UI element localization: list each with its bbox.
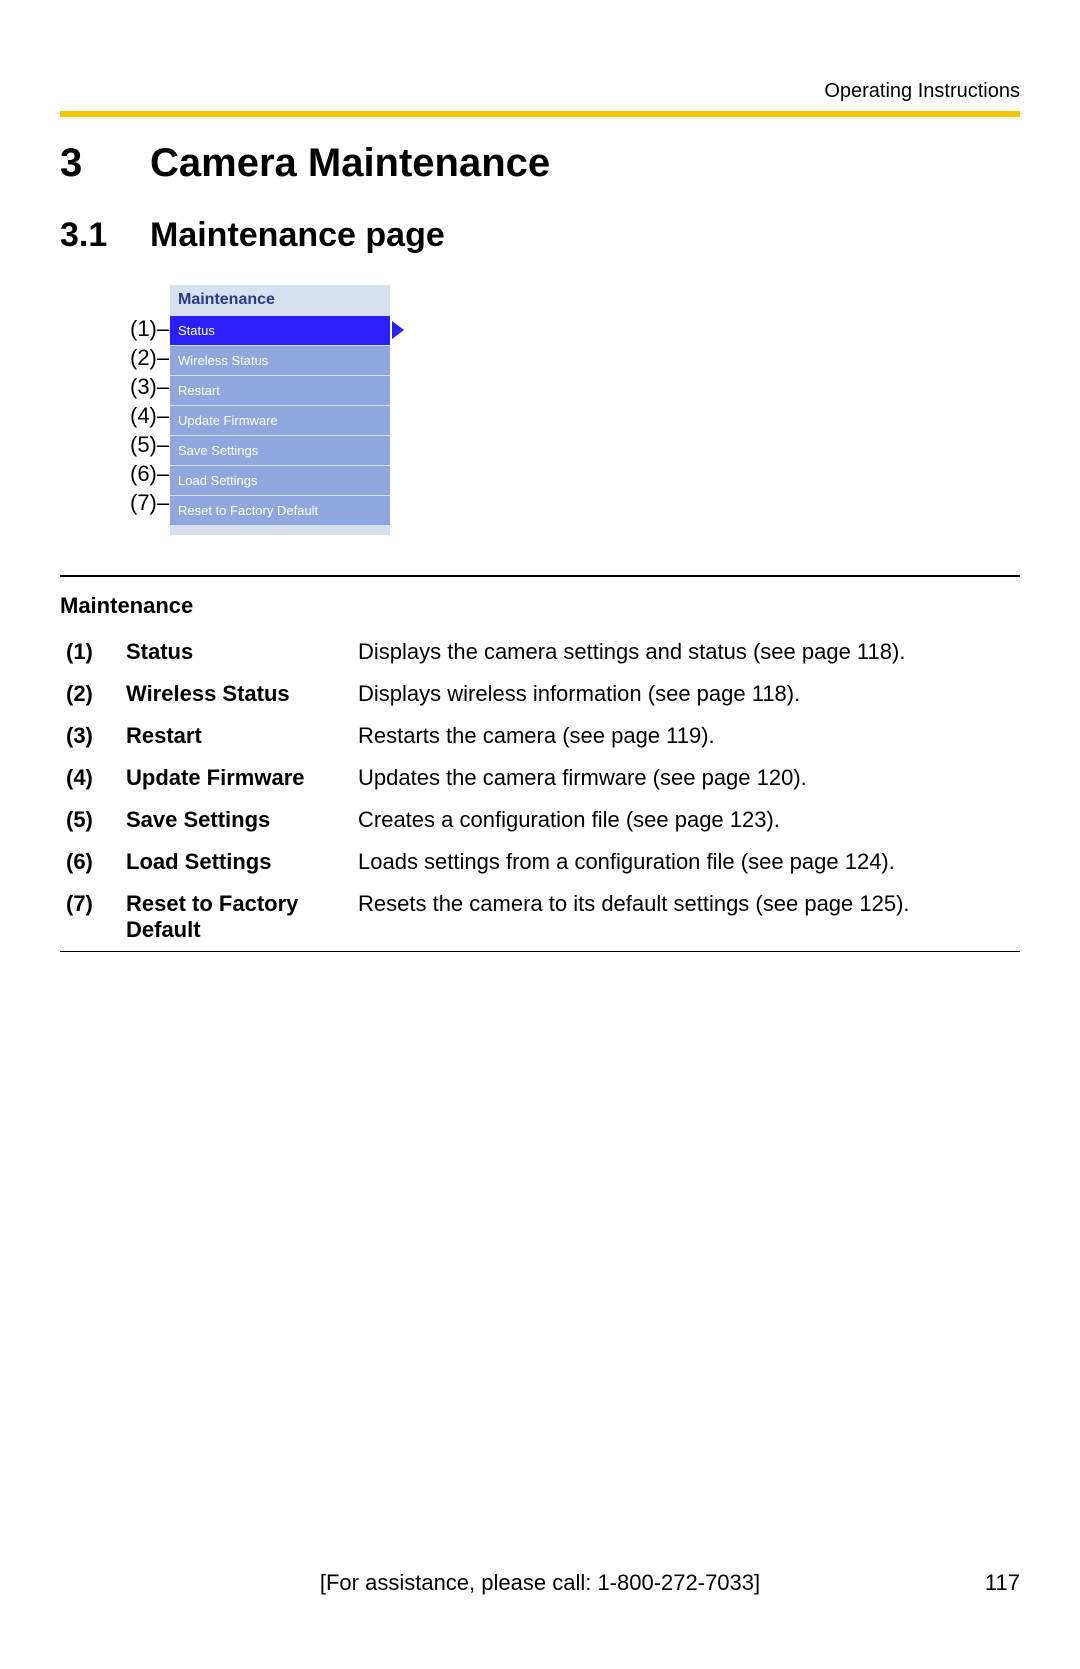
assistance-text: [For assistance, please call: 1-800-272-…	[140, 1570, 940, 1596]
table-bottom-rule	[60, 951, 1020, 953]
desc-number: (1)	[60, 631, 120, 673]
description-table: (1)StatusDisplays the camera settings an…	[60, 631, 1020, 951]
arrow-right-icon	[392, 321, 404, 339]
callout-label: (1)–	[130, 314, 170, 343]
desc-number: (4)	[60, 757, 120, 799]
desc-name: Wireless Status	[120, 673, 352, 715]
desc-section-title: Maintenance	[60, 593, 1020, 619]
desc-number: (6)	[60, 841, 120, 883]
header-label: Operating Instructions	[60, 80, 1020, 103]
section-title: Maintenance page	[150, 216, 445, 254]
table-row: (7)Reset to Factory DefaultResets the ca…	[60, 883, 1020, 951]
section-number: 3.1	[60, 216, 150, 255]
desc-text: Displays wireless information (see page …	[352, 673, 1020, 715]
desc-name: Update Firmware	[120, 757, 352, 799]
callout-label: (4)–	[130, 401, 170, 430]
table-row: (2)Wireless StatusDisplays wireless info…	[60, 673, 1020, 715]
table-row: (6)Load SettingsLoads settings from a co…	[60, 841, 1020, 883]
desc-number: (7)	[60, 883, 120, 951]
menu-screenshot: (1)–(2)–(3)–(4)–(5)–(6)–(7)– Maintenance…	[130, 285, 1020, 535]
desc-text: Updates the camera firmware (see page 12…	[352, 757, 1020, 799]
callout-label: (3)–	[130, 372, 170, 401]
table-row: (3)RestartRestarts the camera (see page …	[60, 715, 1020, 757]
page-number: 117	[940, 1570, 1020, 1596]
desc-name: Load Settings	[120, 841, 352, 883]
desc-name: Reset to Factory Default	[120, 883, 352, 951]
desc-name: Restart	[120, 715, 352, 757]
menu-item[interactable]: Reset to Factory Default	[170, 495, 390, 525]
desc-text: Loads settings from a configuration file…	[352, 841, 1020, 883]
menu-item[interactable]: Update Firmware	[170, 405, 390, 435]
desc-name: Save Settings	[120, 799, 352, 841]
menu-item[interactable]: Restart	[170, 375, 390, 405]
accent-rule	[60, 111, 1020, 117]
menu-panel-title: Maintenance	[170, 285, 390, 315]
menu-item[interactable]: Save Settings	[170, 435, 390, 465]
menu-item[interactable]: Status	[170, 315, 390, 345]
desc-text: Resets the camera to its default setting…	[352, 883, 1020, 951]
page-footer: [For assistance, please call: 1-800-272-…	[60, 1570, 1020, 1596]
table-row: (4)Update FirmwareUpdates the camera fir…	[60, 757, 1020, 799]
menu-item[interactable]: Load Settings	[170, 465, 390, 495]
desc-number: (3)	[60, 715, 120, 757]
chapter-number: 3	[60, 141, 150, 186]
callout-label: (7)–	[130, 488, 170, 517]
chapter-heading: 3Camera Maintenance	[60, 141, 1020, 186]
section-heading: 3.1Maintenance page	[60, 216, 1020, 255]
callout-label: (5)–	[130, 430, 170, 459]
menu-item[interactable]: Wireless Status	[170, 345, 390, 375]
callout-label: (2)–	[130, 343, 170, 372]
callout-label: (6)–	[130, 459, 170, 488]
desc-name: Status	[120, 631, 352, 673]
chapter-title: Camera Maintenance	[150, 141, 550, 185]
table-row: (5)Save SettingsCreates a configuration …	[60, 799, 1020, 841]
desc-number: (5)	[60, 799, 120, 841]
table-row: (1)StatusDisplays the camera settings an…	[60, 631, 1020, 673]
table-top-rule	[60, 575, 1020, 577]
desc-text: Restarts the camera (see page 119).	[352, 715, 1020, 757]
desc-number: (2)	[60, 673, 120, 715]
desc-text: Displays the camera settings and status …	[352, 631, 1020, 673]
desc-text: Creates a configuration file (see page 1…	[352, 799, 1020, 841]
